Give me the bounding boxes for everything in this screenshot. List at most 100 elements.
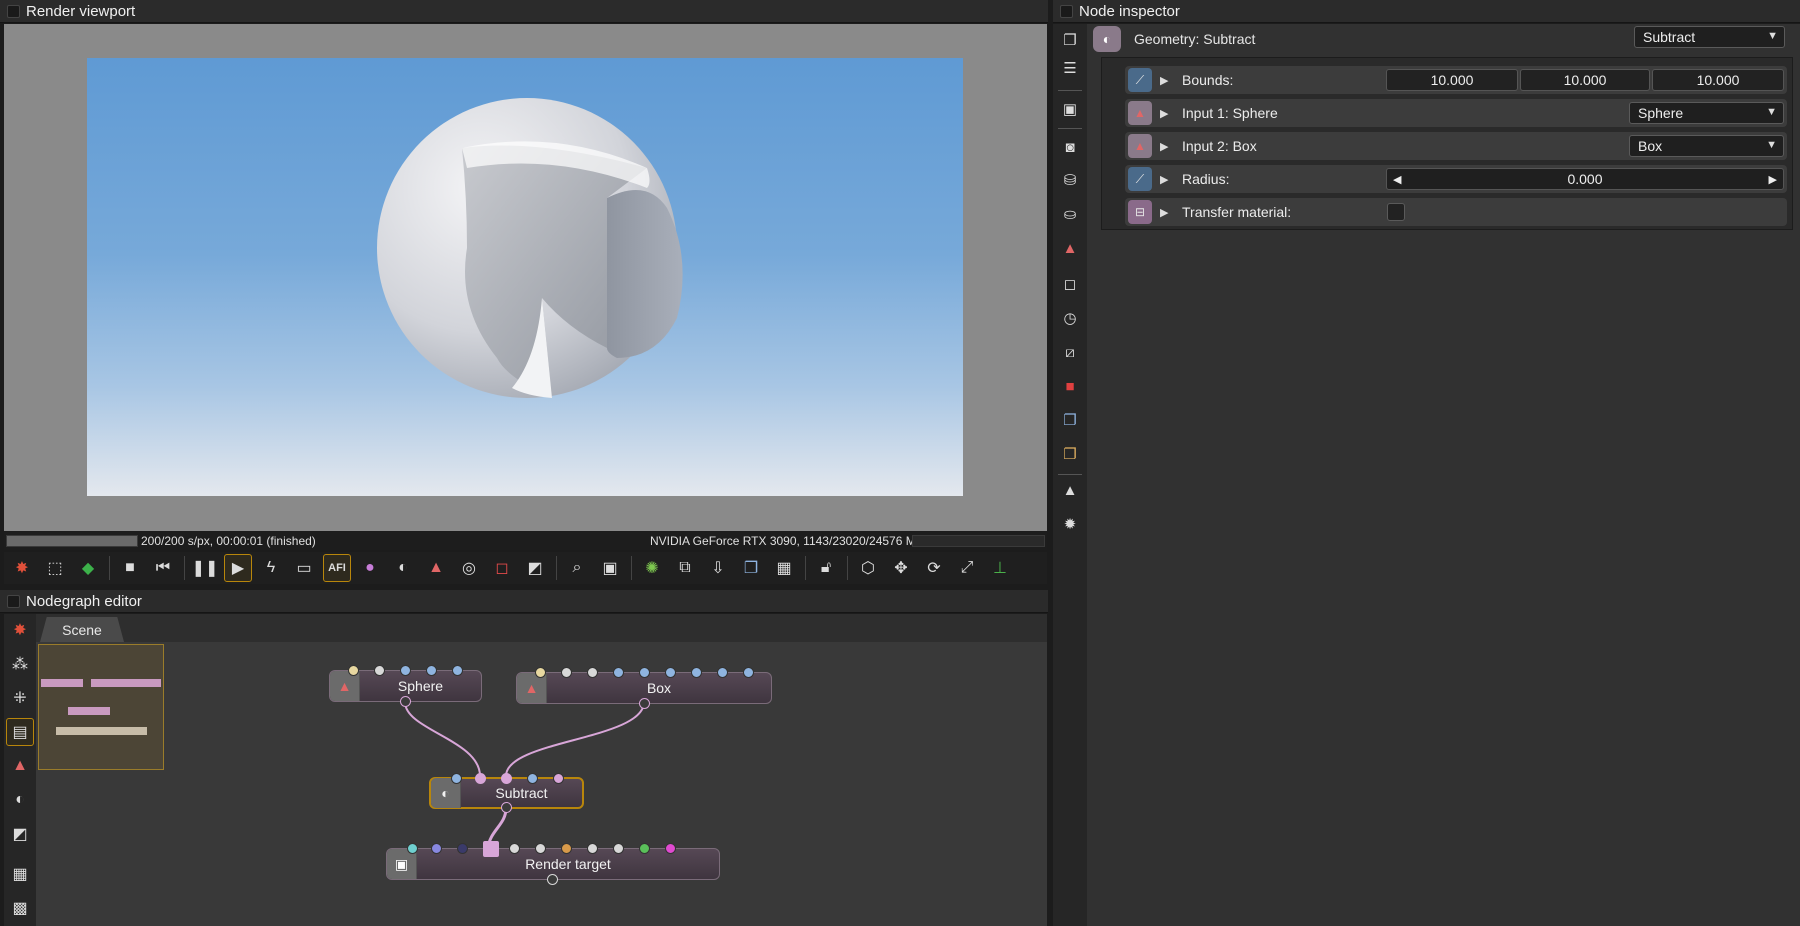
picture-icon[interactable]: ▲ (1058, 478, 1082, 502)
input-pin[interactable] (553, 773, 564, 784)
input-pin[interactable] (451, 773, 462, 784)
pause-icon[interactable]: ❚❚ (191, 554, 219, 582)
input-pin[interactable] (509, 843, 520, 854)
input-pin[interactable] (613, 667, 624, 678)
input-pin[interactable] (587, 667, 598, 678)
output-pin[interactable] (501, 802, 512, 813)
input-pin[interactable] (691, 667, 702, 678)
bounds-y-input[interactable]: 10.000 (1520, 69, 1650, 91)
play-icon[interactable]: ▶ (224, 554, 252, 582)
render-viewport[interactable] (4, 24, 1047, 531)
image-icon[interactable]: ▣ (1058, 97, 1082, 121)
input2-dropdown[interactable]: Box ▼ (1629, 135, 1784, 157)
fit-icon[interactable]: ⤢ (953, 554, 981, 582)
camera-icon[interactable]: ◙ (1058, 135, 1082, 159)
output-pin[interactable] (639, 698, 650, 709)
region-pick-icon[interactable]: ◩ (521, 554, 549, 582)
input-pin[interactable] (535, 667, 546, 678)
lightning-icon[interactable]: ϟ (257, 554, 285, 582)
input-pin[interactable] (374, 665, 385, 676)
expand-arrow-icon[interactable]: ▶ (1160, 206, 1172, 219)
expand-arrow-icon[interactable]: ▶ (1160, 140, 1172, 153)
input-pin[interactable] (426, 665, 437, 676)
lock-icon[interactable]: 🔓︎ (812, 554, 840, 582)
focus-picker-icon[interactable]: ◻ (488, 554, 516, 582)
panel-menu-icon[interactable] (7, 4, 20, 18)
light-icon[interactable]: ✹ (1058, 512, 1082, 536)
checker-icon[interactable]: ▦ (770, 554, 798, 582)
arrange-nodes-icon[interactable]: ⁂ (6, 650, 34, 678)
output-pin[interactable] (400, 696, 411, 707)
render-image[interactable] (87, 58, 963, 496)
input-pin[interactable] (501, 773, 512, 784)
grid-node-icon[interactable]: ▩ (6, 894, 34, 922)
object-picker-icon[interactable]: ▲ (422, 554, 450, 582)
group-nodes-icon[interactable]: ⁜ (6, 684, 34, 712)
input-pin[interactable] (665, 843, 676, 854)
kernel-icon[interactable]: ◻ (1058, 272, 1082, 296)
node-type-dropdown[interactable]: Subtract ▼ (1634, 26, 1785, 48)
octane-logo-icon[interactable]: ✸ (6, 616, 34, 644)
texture-node-icon[interactable]: ◩ (6, 820, 34, 848)
color-cube-icon[interactable]: ◆ (74, 554, 102, 582)
bounds-x-input[interactable]: 10.000 (1386, 69, 1518, 91)
rotate-icon[interactable]: ⟳ (920, 554, 948, 582)
input-pin[interactable] (400, 665, 411, 676)
environment-icon[interactable]: ⛁ (1058, 168, 1082, 192)
postproc-icon[interactable]: ⧄ (1058, 340, 1082, 364)
input-pin[interactable] (431, 843, 442, 854)
expand-arrow-icon[interactable]: ▶ (1160, 107, 1172, 120)
node-box[interactable]: ▲ Box (516, 667, 772, 709)
input-pin[interactable] (407, 843, 418, 854)
film-node-icon[interactable]: ▦ (6, 860, 34, 888)
input-pin[interactable] (587, 843, 598, 854)
slider-right-icon[interactable]: ▶ (1769, 173, 1777, 186)
node-render-target[interactable]: ▣ Render target (386, 841, 720, 885)
collapse-icon[interactable]: ☰ (1058, 56, 1082, 80)
transfer-material-checkbox[interactable] (1387, 203, 1405, 221)
geometry-node-icon[interactable]: ▲ (6, 752, 34, 780)
monitor-icon[interactable]: ▭ (290, 554, 318, 582)
region-icon[interactable]: ⬚ (41, 554, 69, 582)
param-transfer-material[interactable]: ⊟ ▶ Transfer material: (1125, 198, 1787, 226)
node-subtract[interactable]: ◐ Subtract (429, 773, 584, 813)
export-icon[interactable]: ⇩ (704, 554, 732, 582)
material-ball-icon[interactable]: ◐ (389, 554, 417, 582)
move-icon[interactable]: ✥ (887, 554, 915, 582)
render-region-icon[interactable]: ▣ (596, 554, 624, 582)
material-icon[interactable]: ■ (1058, 374, 1082, 398)
input-pin[interactable] (639, 667, 650, 678)
afi-icon[interactable]: AFI (323, 554, 351, 582)
tab-scene[interactable]: Scene (40, 617, 124, 642)
material-node-icon[interactable]: ◐ (6, 786, 34, 814)
bounds-z-input[interactable]: 10.000 (1652, 69, 1784, 91)
geometry-icon[interactable]: ▲ (1058, 236, 1082, 260)
input-pin[interactable] (561, 843, 572, 854)
cube-icon[interactable]: ⬡ (854, 554, 882, 582)
rewind-icon[interactable]: ⏮ (149, 554, 177, 582)
axis-icon[interactable]: ⊥ (986, 554, 1014, 582)
camera-picker-icon[interactable]: ◎ (455, 554, 483, 582)
input-pin[interactable] (665, 667, 676, 678)
input-pin[interactable] (483, 841, 499, 857)
input-pin[interactable] (743, 667, 754, 678)
time-icon[interactable]: ◷ (1058, 306, 1082, 330)
node-sphere[interactable]: ▲ Sphere (329, 665, 482, 707)
octane-logo-icon[interactable]: ✸ (8, 554, 36, 582)
input-pin[interactable] (717, 667, 728, 678)
environment2-icon[interactable]: ⛀ (1058, 202, 1082, 226)
node-list-icon[interactable]: ❐ (1058, 28, 1082, 52)
layers-icon[interactable]: ❐ (737, 554, 765, 582)
output-pin[interactable] (547, 874, 558, 885)
radius-slider[interactable]: ◀ 0.000 ▶ (1386, 168, 1784, 190)
input-pin[interactable] (639, 843, 650, 854)
input-pin[interactable] (527, 773, 538, 784)
zoom-icon[interactable]: ⌕ (563, 554, 591, 582)
copy-icon[interactable]: ⧉ (671, 554, 699, 582)
input-pin[interactable] (561, 667, 572, 678)
input-pin[interactable] (475, 773, 486, 784)
layers-alt-icon[interactable]: ❐ (1058, 442, 1082, 466)
stop-icon[interactable]: ■ (116, 554, 144, 582)
panel-menu-icon[interactable] (7, 594, 20, 608)
panel-menu-icon[interactable] (1060, 4, 1073, 18)
